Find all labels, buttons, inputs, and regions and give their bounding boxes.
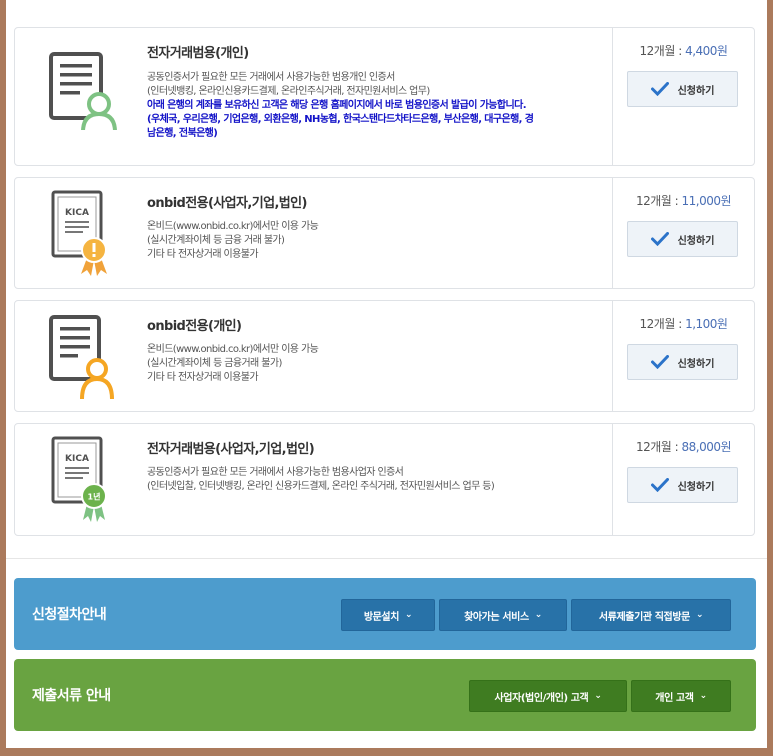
chevron-down-icon: ⌄ — [695, 610, 704, 620]
product-title: 전자거래범용(사업자,기업,법인) — [147, 442, 315, 457]
product-title: onbid전용(사업자,기업,법인) — [147, 196, 307, 211]
product-price: 12개월 : 11,000원 — [635, 194, 732, 208]
business-customer-button[interactable]: 사업자(법인/개인) 고객 ⌄ — [469, 680, 627, 712]
product-desc-line: (실시간계좌이체 등 금융거래 불가) — [147, 358, 282, 369]
product-side-panel: 12개월 : 11,000원 신청하기 — [612, 178, 754, 288]
visit-install-button[interactable]: 방문설치 ⌄ — [341, 599, 435, 631]
product-desc-line: 기타 타 전자상거래 이용불가 — [147, 372, 259, 383]
product-title: onbid전용(개인) — [147, 319, 242, 334]
checkmark-icon — [650, 232, 669, 246]
onsite-service-button[interactable]: 찾아가는 서비스 ⌄ — [439, 599, 567, 631]
product-notice-line: (우체국, 우리은행, 기업은행, 외환은행, NH농협, 한국스탠다드차타드은… — [147, 114, 534, 125]
procedure-title: 신청절차안내 — [32, 607, 107, 623]
product-desc-line: (인터넷입찰, 인터넷뱅킹, 온라인 신용카드결제, 온라인 주식거래, 전자민… — [147, 481, 495, 492]
apply-button[interactable]: 신청하기 — [627, 71, 738, 107]
product-side-panel: 12개월 : 1,100원 신청하기 — [612, 301, 754, 411]
product-side-panel: 12개월 : 4,400원 신청하기 — [612, 28, 754, 165]
product-price: 12개월 : 88,000원 — [635, 440, 732, 454]
document-person-green-icon — [39, 40, 119, 133]
certificate-badge-warning-icon: KICA — [39, 188, 119, 278]
product-card-onbid-business: KICA onbid전용(사업자,기업,법인) 온비드(www.onbid.co… — [14, 177, 755, 289]
product-desc-line: (실시간계좌이체 등 금융 거래 불가) — [147, 235, 285, 246]
checkmark-icon — [650, 82, 669, 96]
documents-banner: 제출서류 안내 사업자(법인/개인) 고객 ⌄ 개인 고객 ⌄ — [14, 659, 756, 731]
chevron-down-icon: ⌄ — [405, 610, 413, 620]
procedure-banner: 신청절차안내 방문설치 ⌄ 찾아가는 서비스 ⌄ 서류제출기관 직접방문 ⌄ — [14, 578, 756, 650]
product-desc-line: 공동인증서가 필요한 모든 거래에서 사용가능한 범용사업자 인증서 — [147, 467, 404, 478]
product-notice-line: 아래 은행의 계좌를 보유하신 고객은 해당 은행 홈페이지에서 바로 범용인증… — [147, 100, 527, 111]
chevron-down-icon: ⌄ — [594, 691, 602, 701]
seal-text: 1년 — [88, 492, 101, 502]
price-amount: 4,400원 — [685, 44, 728, 58]
checkmark-icon — [650, 355, 669, 369]
price-amount: 1,100원 — [685, 317, 728, 331]
apply-button[interactable]: 신청하기 — [627, 467, 738, 503]
kica-badge-text: KICA — [65, 454, 89, 464]
product-notice-line: 남은행, 전북은행) — [147, 128, 218, 139]
checkmark-icon — [650, 478, 669, 492]
apply-button[interactable]: 신청하기 — [627, 221, 738, 257]
product-side-panel: 12개월 : 88,000원 신청하기 — [612, 424, 754, 535]
personal-customer-button[interactable]: 개인 고객 ⌄ — [631, 680, 731, 712]
product-card-personal-general: 전자거래범용(개인) 공동인증서가 필요한 모든 거래에서 사용가능한 범용개인… — [14, 27, 755, 166]
chevron-down-icon: ⌄ — [699, 691, 708, 701]
product-desc-line: 공동인증서가 필요한 모든 거래에서 사용가능한 범용개인 인증서 — [147, 72, 395, 83]
kica-badge-text: KICA — [65, 208, 89, 218]
document-person-orange-icon — [39, 311, 119, 401]
apply-button[interactable]: 신청하기 — [627, 344, 738, 380]
documents-title: 제출서류 안내 — [32, 688, 111, 704]
price-amount: 88,000원 — [681, 440, 732, 454]
product-desc-line: 온비드(www.onbid.co.kr)에서만 이용 가능 — [147, 221, 319, 232]
product-price: 12개월 : 1,100원 — [639, 317, 728, 331]
product-title: 전자거래범용(개인) — [147, 46, 249, 61]
product-desc-line: 기타 타 전자상거래 이용불가 — [147, 249, 259, 260]
page-frame: 전자거래범용(개인) 공동인증서가 필요한 모든 거래에서 사용가능한 범용개인… — [6, 0, 767, 748]
certificate-seal-1year-icon: KICA 1년 — [39, 434, 119, 524]
product-desc-line: (인터넷뱅킹, 온라인신용카드결제, 온라인주식거래, 전자민원서비스 업무) — [147, 86, 430, 97]
price-amount: 11,000원 — [681, 194, 732, 208]
direct-visit-button[interactable]: 서류제출기관 직접방문 ⌄ — [571, 599, 731, 631]
product-price: 12개월 : 4,400원 — [639, 44, 728, 58]
product-card-onbid-personal: onbid전용(개인) 온비드(www.onbid.co.kr)에서만 이용 가… — [14, 300, 755, 412]
section-divider — [6, 558, 767, 559]
chevron-down-icon: ⌄ — [534, 610, 543, 620]
product-card-business-general: KICA 1년 전자거래범용(사업자,기업,법인) 공동인증서가 필요한 모든 … — [14, 423, 755, 536]
product-desc-line: 온비드(www.onbid.co.kr)에서만 이용 가능 — [147, 344, 319, 355]
